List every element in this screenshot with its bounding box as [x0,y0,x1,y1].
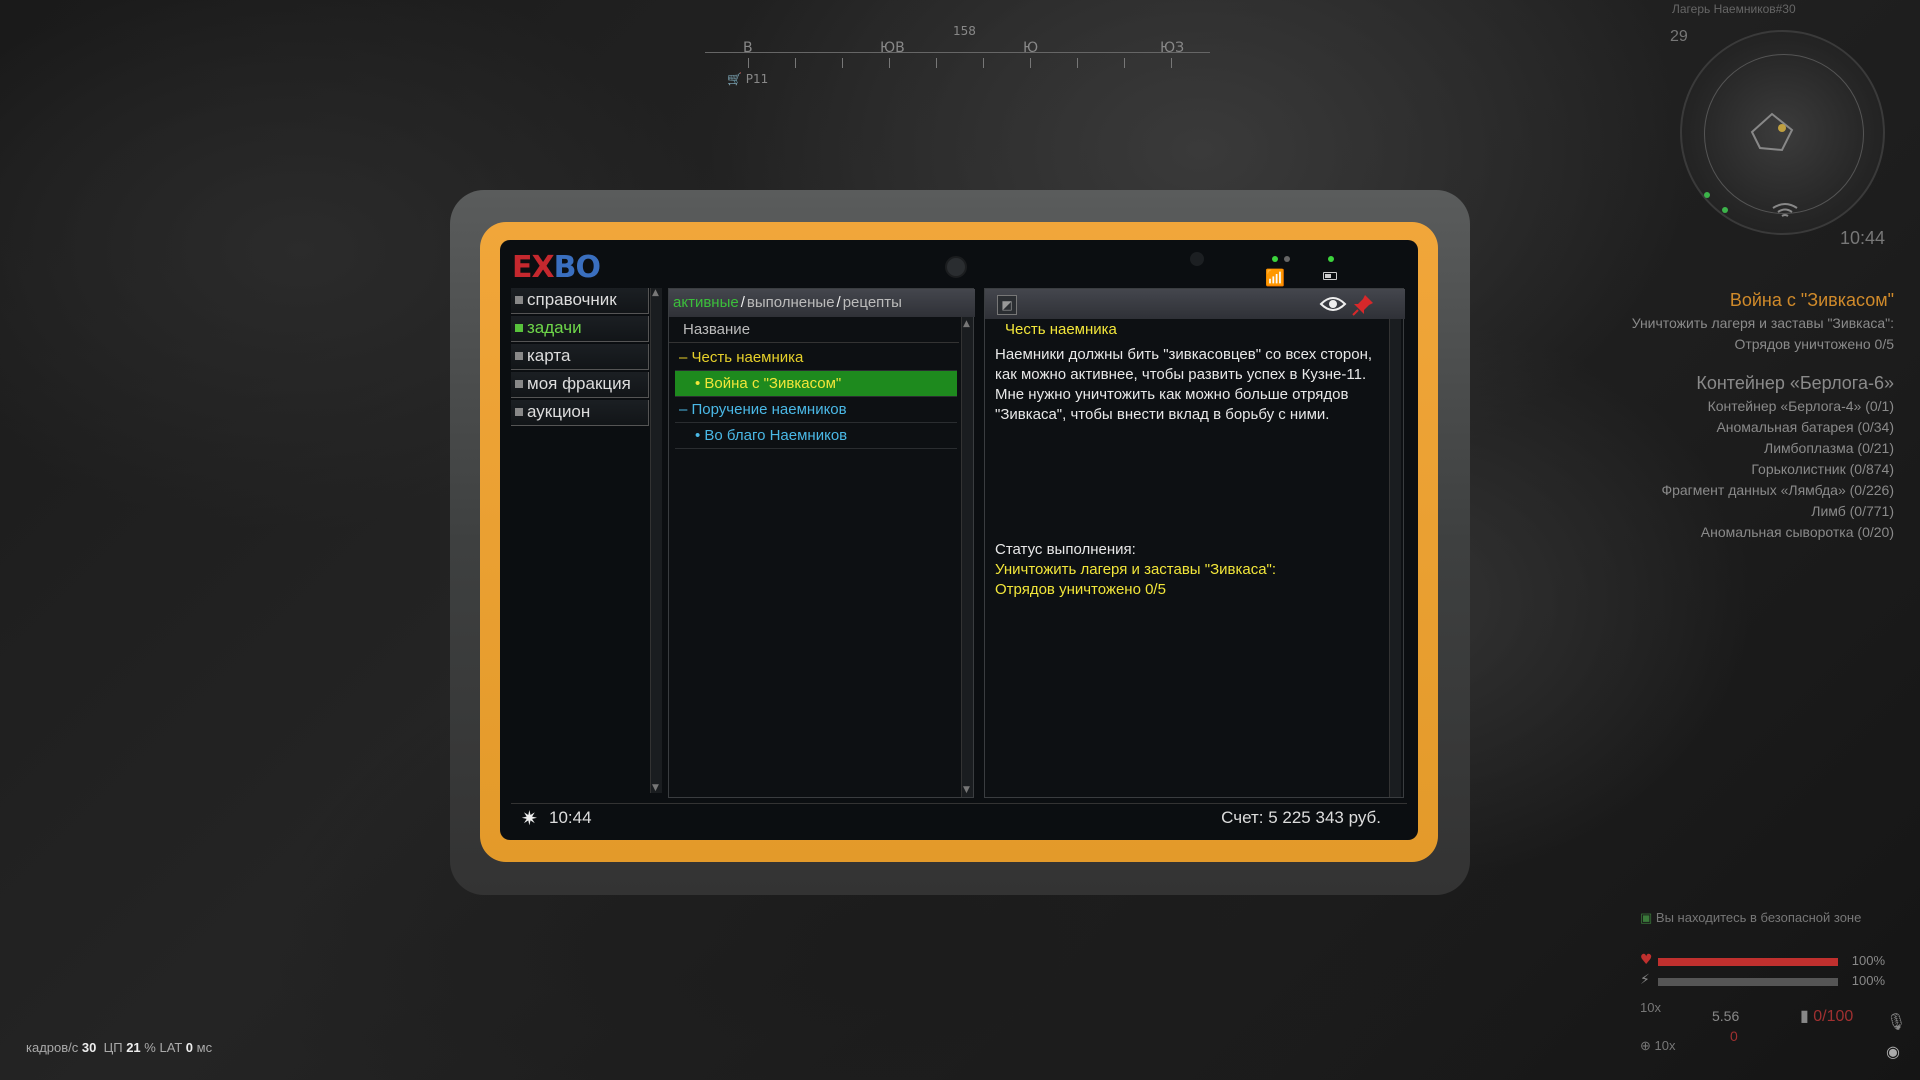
minimap-level: 29 [1670,28,1688,45]
compass-marker: 🛒 Р11 [727,72,769,86]
pda-nav: справочник задачи карта моя фракция аукц… [511,288,649,428]
pda-logo: EXBO [512,250,601,285]
target-icon: ◉ [1886,1044,1900,1061]
status-led [1284,256,1290,262]
crosshair-icon: ⊕ [1640,1038,1651,1053]
quest-group-errand[interactable]: – Поручение наемников [675,397,957,423]
quest-detail-panel: ◩ Честь наемника Наемники должны бить "з… [984,288,1405,798]
signal-icon: 📶 [1265,268,1285,287]
quest-item-war[interactable]: • Война с "Зивкасом" [675,371,957,397]
lightning-icon: ⚡ [1640,972,1650,988]
nav-item-reference[interactable]: справочник [511,288,649,314]
compass: 158 В ЮВ Ю ЮЗ 🛒 Р11 [705,18,1210,86]
objective-line: Отрядов уничтожено 0/5 [1734,336,1894,352]
list-scrollbar[interactable]: ▲ ▼ [961,317,973,797]
bullet-icon: ▮ [1800,1008,1809,1025]
list-column-header: Название [669,317,959,343]
objective-title: Контейнер «Берлога-6» [1696,373,1894,393]
pda-screen: EXBO 📶 справочник задачи карта моя фракц… [500,240,1418,840]
tab-completed[interactable]: выполненые [747,294,835,311]
objective-line: Горьколистник (0/874) [1751,461,1894,477]
objective-line: Контейнер «Берлога-4» (0/1) [1707,398,1894,414]
scroll-up-icon[interactable]: ▲ [652,288,659,298]
scroll-down-icon[interactable]: ▼ [652,783,659,793]
nav-item-faction[interactable]: моя фракция [511,372,649,398]
heart-icon: ♥ [1640,952,1653,968]
minimap[interactable] [1680,30,1885,235]
objective-line: Лимб (0/771) [1811,503,1894,519]
scroll-down-icon[interactable]: ▼ [963,785,970,795]
objective-line: Лимбоплазма (0/21) [1764,440,1894,456]
detail-description: Наемники должны бить "зивкасовцев" со вс… [995,346,1373,423]
wifi-icon [1772,203,1798,217]
safe-zone-notice: ▣ Вы находитесь в безопасной зоне [1640,910,1862,925]
weapon-zoom: 10x [1640,1000,1661,1015]
eye-icon[interactable] [1319,295,1347,313]
nav-scrollbar[interactable]: ▲ ▼ [650,288,662,793]
objective-line: Фрагмент данных «Лямбда» (0/226) [1661,482,1894,498]
objective-title: Война с "Зивкасом" [1729,290,1894,310]
detail-scrollbar[interactable] [1389,319,1401,797]
nav-item-tasks[interactable]: задачи [511,316,649,342]
minimap-time: 10:44 [1840,228,1886,248]
shield-icon: ▣ [1640,910,1653,925]
footer-time: 10:44 [549,808,592,827]
tab-active[interactable]: активные [673,294,739,311]
pda-footer: ✷ 10:44 Счет: 5 225 343 руб. [511,803,1407,831]
account-balance: Счет: 5 225 343 руб. [1221,808,1381,827]
ammo-caliber: 5.56 [1712,1008,1740,1024]
stamina-bar: ⚡ 100% [1640,972,1885,988]
objective-line: Аномальная сыворотка (0/20) [1700,524,1894,540]
health-bar: ♥ 100% [1640,952,1885,968]
quest-tabs: активные / выполненые / рецепты [669,289,975,317]
compass-label-s: Ю [1023,40,1039,56]
status-line: Уничтожить лагеря и заставы "Зивкаса": [995,561,1277,578]
quest-portrait-icon: ◩ [997,295,1017,315]
sensor-icon [1190,252,1204,266]
detail-toolbar: ◩ [985,289,1405,319]
quest-group-honor[interactable]: – Честь наемника [675,345,957,371]
ammo-count: 0 [1730,1028,1738,1044]
quest-item-good[interactable]: • Во благо Наемников [675,423,957,449]
tab-recipes[interactable]: рецепты [843,294,902,311]
nav-item-map[interactable]: карта [511,344,649,370]
objective-line: Уничтожить лагеря и заставы "Зивкаса": [1631,315,1894,331]
nav-item-auction[interactable]: аукцион [511,400,649,426]
compass-label-e: В [743,40,753,56]
objective-line: Аномальная батарея (0/34) [1716,419,1894,435]
status-label: Статус выполнения: [995,541,1136,558]
pin-icon[interactable] [1351,293,1375,317]
cart-icon: 🛒 [727,72,742,86]
weapon-zoom-secondary: ⊕ 10x [1640,1038,1676,1053]
status-led [1328,256,1334,262]
compass-label-sw: ЮЗ [1160,40,1185,56]
performance-stats: кадров/с 30 ЦП 21 % LAT 0 мс [26,1040,213,1055]
status-led [1272,256,1278,262]
camera-icon [945,256,967,278]
minimap-map-icon [1750,112,1794,152]
minimap-location: Лагерь Наемников#30 [1672,2,1796,16]
ammo-max: ▮ 0/100 [1800,1008,1854,1025]
microphone-icon: 🎙 [1886,1014,1907,1031]
status-line: Отрядов уничтожено 0/5 [995,581,1166,598]
objectives-tracker: Война с "Зивкасом" Уничтожить лагеря и з… [1474,290,1894,543]
battery-icon [1323,272,1337,280]
compass-label-se: ЮВ [880,40,905,56]
scroll-up-icon[interactable]: ▲ [963,319,970,329]
detail-title: Честь наемника [1005,321,1117,338]
quest-list-panel: активные / выполненые / рецепты Название – Ч… [668,288,975,798]
compass-heading: 158 [953,24,976,38]
sun-icon: ✷ [521,806,538,830]
